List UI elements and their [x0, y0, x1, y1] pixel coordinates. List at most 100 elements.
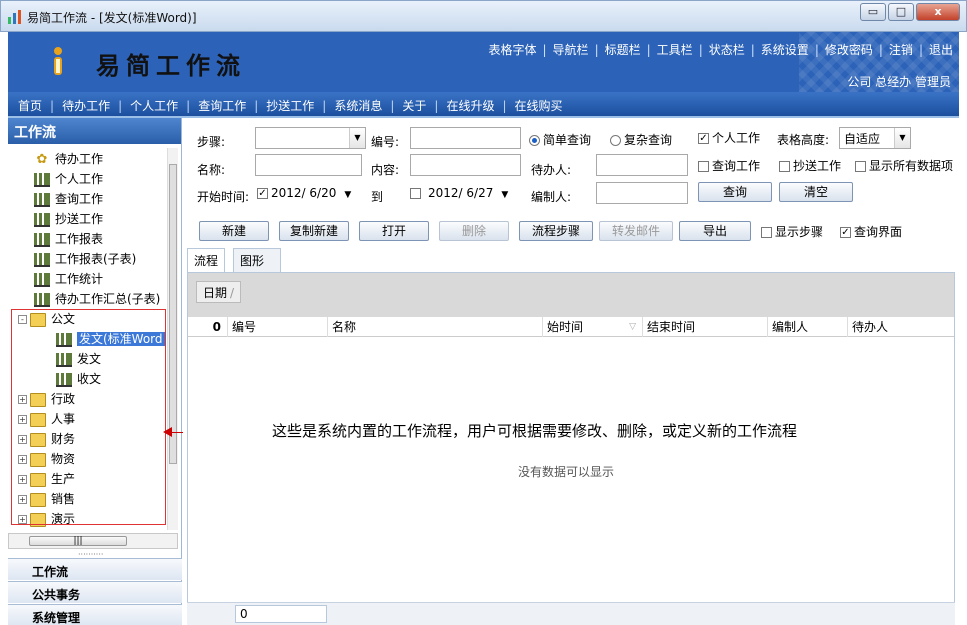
link-separator: | — [594, 43, 599, 57]
tree-item[interactable]: 待办工作汇总(子表) — [34, 290, 160, 308]
step-label: 步骤: — [197, 135, 226, 149]
editor-input[interactable] — [596, 182, 688, 204]
top-link[interactable]: 表格字体 — [488, 43, 536, 57]
personal-work-checkbox[interactable]: ✓ 个人工作 — [698, 129, 760, 146]
complex-query-radio[interactable]: 复杂查询 — [610, 131, 672, 148]
close-button[interactable]: x — [916, 3, 960, 21]
tree-item[interactable]: 工作报表 — [34, 230, 103, 248]
accordion-workflow[interactable]: 工作流 — [8, 558, 182, 580]
top-link[interactable]: 退出 — [929, 43, 953, 57]
scroll-thumb[interactable]: ||| — [29, 536, 127, 546]
top-link[interactable]: 状态栏 — [709, 43, 745, 57]
start-date-picker[interactable]: ✓ 2012/ 6/20 ▼ — [257, 186, 351, 200]
open-button[interactable]: 打开 — [359, 221, 429, 241]
nav-item[interactable]: 待办工作 — [62, 99, 110, 113]
tree-item[interactable]: 抄送工作 — [34, 210, 103, 228]
copy-new-button[interactable]: 复制新建 — [279, 221, 349, 241]
export-button[interactable]: 导出 — [679, 221, 751, 241]
content-input[interactable] — [410, 154, 521, 176]
show-all-data-checkbox[interactable]: 显示所有数据项 — [855, 157, 953, 174]
chevron-down-icon[interactable]: ▼ — [344, 190, 351, 200]
nav-item[interactable]: 查询工作 — [198, 99, 246, 113]
sort-icon: / — [230, 286, 235, 300]
nav-item[interactable]: 个人工作 — [130, 99, 178, 113]
show-steps-checkbox[interactable]: 显示步骤 — [761, 223, 823, 240]
query-work-checkbox[interactable]: 查询工作 — [698, 157, 760, 174]
flow-steps-button[interactable]: 流程步骤 — [519, 221, 593, 241]
tree-item-label: 待办工作 — [55, 152, 104, 166]
column-header-name[interactable]: 名称 — [328, 317, 543, 337]
accordion-system-admin[interactable]: 系统管理 — [8, 604, 182, 625]
number-input[interactable] — [410, 127, 521, 149]
tree-item-label: 待办工作汇总(子表) — [55, 292, 161, 306]
accordion-public-affairs[interactable]: 公共事务 — [8, 581, 182, 603]
tree-horizontal-scrollbar[interactable]: ||| — [8, 533, 178, 549]
column-header-end-time[interactable]: 结束时间 — [643, 317, 768, 337]
column-header-pending[interactable]: 待办人 — [848, 317, 954, 337]
chevron-down-icon[interactable]: ▼ — [501, 190, 508, 200]
nav-item[interactable]: 抄送工作 — [266, 99, 314, 113]
tree-item-label: 个人工作 — [55, 172, 104, 186]
tree-item[interactable]: 工作统计 — [34, 270, 103, 288]
top-link[interactable]: 系统设置 — [761, 43, 809, 57]
forward-mail-button[interactable]: 转发邮件 — [599, 221, 673, 241]
complex-query-label: 复杂查询 — [624, 133, 673, 147]
column-header-attachment[interactable]: 0 — [188, 317, 228, 337]
column-header-number[interactable]: 编号 — [228, 317, 328, 337]
column-header-editor[interactable]: 编制人 — [768, 317, 848, 337]
top-link[interactable]: 注销 — [889, 43, 913, 57]
end-date-picker[interactable]: 2012/ 6/27 ▼ — [410, 186, 508, 200]
tab-flow[interactable]: 流程 — [187, 248, 225, 272]
chevron-down-icon[interactable]: ▼ — [349, 128, 365, 148]
nav-item[interactable]: 在线升级 — [446, 99, 494, 113]
column-header-row: 0 编号 名称 始时间 ▽ 结束时间 编制人 待办人 — [188, 317, 954, 337]
column-header-start-time[interactable]: 始时间 ▽ — [543, 317, 643, 337]
maximize-button[interactable]: □ — [888, 3, 914, 21]
start-time-header-label: 始时间 — [547, 320, 584, 334]
tab-graphic[interactable]: 图形 — [233, 248, 281, 272]
nav-item[interactable]: 首页 — [18, 99, 42, 113]
nav-separator: | — [254, 99, 259, 113]
tree-vertical-scrollbar[interactable] — [167, 148, 178, 530]
show-all-data-label: 显示所有数据项 — [869, 159, 954, 173]
name-input[interactable] — [255, 154, 362, 176]
sort-desc-icon: ▽ — [629, 322, 636, 332]
tree-item-label: 工作报表 — [55, 232, 104, 246]
top-link[interactable]: 工具栏 — [657, 43, 693, 57]
top-link[interactable]: 导航栏 — [553, 43, 589, 57]
nav-item[interactable]: 关于 — [402, 99, 426, 113]
top-link[interactable]: 标题栏 — [605, 43, 641, 57]
query-ui-checkbox[interactable]: ✓ 查询界面 — [840, 223, 902, 240]
tree-item[interactable]: 工作报表(子表) — [34, 250, 136, 268]
checkmark-icon: ✓ — [840, 227, 851, 238]
show-steps-label: 显示步骤 — [775, 225, 824, 239]
query-work-label: 查询工作 — [712, 159, 761, 173]
nav-item[interactable]: 在线购买 — [515, 99, 563, 113]
minimize-button[interactable]: ▭ — [860, 3, 886, 21]
checkmark-icon: ✓ — [698, 133, 709, 144]
tree-item[interactable]: ✿ 待办工作 — [34, 150, 103, 168]
start-date-value: 2012/ 6/20 — [271, 186, 337, 200]
checkbox-icon — [698, 161, 709, 172]
group-tag-date[interactable]: 日期 / — [196, 281, 242, 303]
grid-footer: 0 — [187, 602, 955, 625]
new-button[interactable]: 新建 — [199, 221, 269, 241]
cc-work-checkbox[interactable]: 抄送工作 — [779, 157, 841, 174]
table-height-select[interactable]: 自适应 ▼ — [839, 127, 911, 149]
nav-separator: | — [434, 99, 439, 113]
top-link[interactable]: 修改密码 — [825, 43, 873, 57]
chart-icon — [34, 292, 50, 307]
simple-query-radio[interactable]: 简单查询 — [529, 131, 591, 148]
pending-person-input[interactable] — [596, 154, 688, 176]
tree-item[interactable]: 查询工作 — [34, 190, 103, 208]
end-date-value: 2012/ 6/27 — [428, 186, 494, 200]
chevron-down-icon[interactable]: ▼ — [894, 128, 910, 148]
scroll-thumb[interactable] — [169, 164, 177, 464]
nav-item[interactable]: 系统消息 — [334, 99, 382, 113]
link-separator: | — [698, 43, 703, 57]
step-select[interactable]: ▼ — [255, 127, 366, 149]
clear-button[interactable]: 清空 — [779, 182, 853, 202]
tree-item[interactable]: 个人工作 — [34, 170, 103, 188]
delete-button[interactable]: 删除 — [439, 221, 509, 241]
query-button[interactable]: 查询 — [698, 182, 772, 202]
